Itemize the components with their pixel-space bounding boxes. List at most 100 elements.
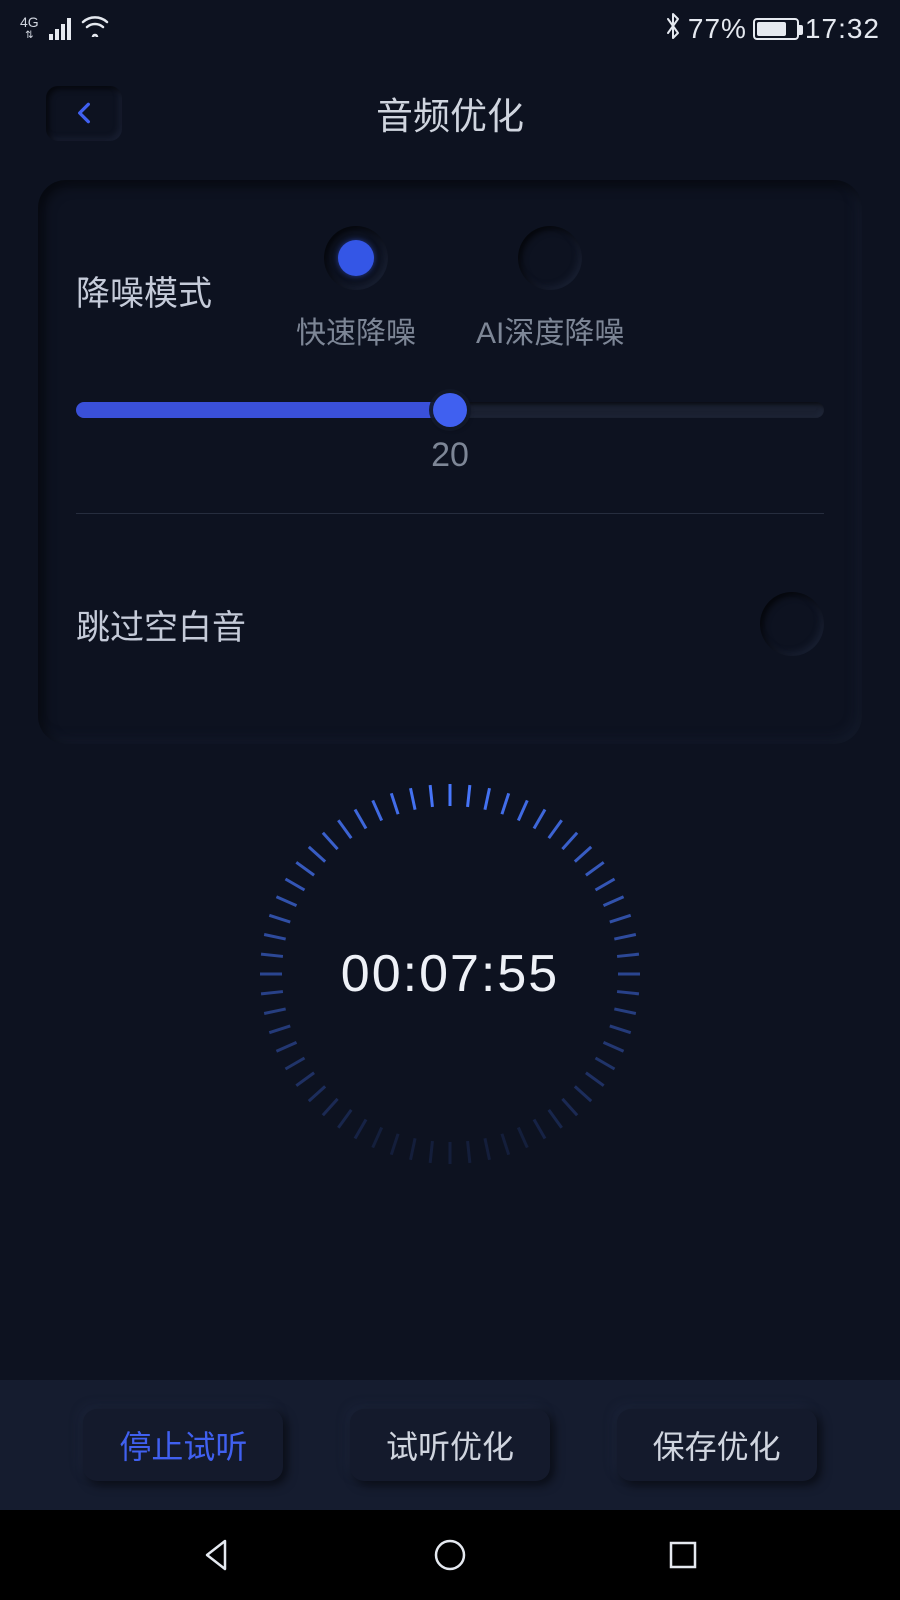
dial-tick (574, 1085, 592, 1102)
dial-tick (429, 785, 434, 807)
network-sub-icon: ⇅ (25, 29, 33, 43)
dial-tick (585, 861, 605, 876)
dial-tick (409, 788, 417, 810)
dial-tick (595, 1057, 616, 1071)
dial-tick (617, 990, 639, 995)
radio-label-ai: AI深度降噪 (476, 308, 624, 352)
radio-option-fast[interactable]: 快速降噪 (296, 226, 416, 352)
dial-tick (574, 846, 592, 863)
dial-tick (261, 990, 283, 995)
skip-silence-label: 跳过空白音 (76, 600, 246, 649)
dial-tick (517, 1127, 529, 1148)
dial-tick (276, 895, 297, 907)
dial-tick (371, 800, 383, 821)
dial-tick (483, 1138, 491, 1160)
dial-tick (354, 1119, 368, 1140)
dial-tick (264, 933, 286, 941)
dial-tick (295, 861, 315, 876)
dial-tick (614, 933, 636, 941)
page-title: 音频优化 (0, 86, 900, 140)
noise-mode-radio-group: 快速降噪 AI深度降噪 (286, 226, 824, 352)
divider (76, 513, 824, 514)
radio-icon (518, 226, 582, 290)
settings-card: 降噪模式 快速降噪 AI深度降噪 20 跳过空白音 (38, 180, 862, 744)
dial-tick (517, 800, 529, 821)
wifi-icon (81, 15, 109, 44)
dial-tick (429, 1141, 434, 1163)
bluetooth-icon (664, 12, 682, 47)
stop-preview-button[interactable]: 停止试听 (83, 1409, 283, 1481)
battery-percentage: 77% (688, 13, 747, 45)
dial-tick (533, 1119, 547, 1140)
clock-label: 17:32 (805, 13, 880, 45)
dial-tick (390, 793, 400, 815)
dial-tick (322, 1098, 339, 1116)
dial-tick (322, 832, 339, 850)
dial-tick (603, 1041, 624, 1053)
dial-tick (548, 819, 563, 839)
dial-tick (466, 785, 471, 807)
nav-recent-button[interactable] (663, 1535, 703, 1575)
slider-value: 20 (76, 436, 824, 475)
timer-dial-wrap: 00:07:55 (0, 784, 900, 1164)
dial-tick (295, 1072, 315, 1087)
dial-tick (533, 809, 547, 830)
dial-tick (269, 1024, 291, 1034)
dial-tick (308, 846, 326, 863)
dial-tick (617, 953, 639, 958)
dial-tick (449, 784, 452, 806)
dial-tick (308, 1085, 326, 1102)
signal-icon (49, 18, 71, 40)
save-button[interactable]: 保存优化 (617, 1409, 817, 1481)
dial-tick (269, 914, 291, 924)
dial-tick (466, 1141, 471, 1163)
circle-home-icon (430, 1535, 470, 1575)
dial-tick (409, 1138, 417, 1160)
slider-fill (76, 402, 450, 418)
nav-home-button[interactable] (430, 1535, 470, 1575)
radio-label-fast: 快速降噪 (296, 308, 416, 352)
noise-level-slider[interactable]: 20 (76, 402, 824, 475)
dial-tick (337, 819, 352, 839)
triangle-back-icon (197, 1535, 237, 1575)
network-label: 4G (20, 15, 39, 29)
dial-tick (609, 1024, 631, 1034)
dial-tick (449, 1142, 452, 1164)
dial-tick (354, 809, 368, 830)
slider-thumb[interactable] (433, 393, 467, 427)
dial-tick (595, 878, 616, 892)
dial-tick (548, 1109, 563, 1129)
nav-back-button[interactable] (197, 1535, 237, 1575)
dial-tick (337, 1109, 352, 1129)
dial-tick (264, 1007, 286, 1015)
radio-option-ai[interactable]: AI深度降噪 (476, 226, 624, 352)
dial-tick (561, 1098, 578, 1116)
dial-tick (371, 1127, 383, 1148)
dial-tick (261, 953, 283, 958)
dial-tick (285, 878, 306, 892)
dial-tick (618, 973, 640, 976)
dial-tick (609, 914, 631, 924)
dial-tick (500, 1133, 510, 1155)
slider-track (76, 402, 824, 418)
dial-tick (483, 788, 491, 810)
dial-tick (260, 973, 282, 976)
header: 音频优化 (0, 58, 900, 168)
dial-tick (390, 1133, 400, 1155)
action-bar: 停止试听 试听优化 保存优化 (0, 1380, 900, 1510)
dial-tick (614, 1007, 636, 1015)
dial-tick (561, 832, 578, 850)
timer-value: 00:07:55 (341, 944, 559, 1004)
dial-tick (285, 1057, 306, 1071)
battery-icon (753, 18, 799, 40)
status-bar: 4G ⇅ 77% 17:32 (0, 0, 900, 58)
noise-mode-label: 降噪模式 (76, 226, 286, 315)
noise-mode-row: 降噪模式 快速降噪 AI深度降噪 (76, 226, 824, 352)
skip-silence-row: 跳过空白音 (76, 552, 824, 696)
preview-button[interactable]: 试听优化 (350, 1409, 550, 1481)
dial-tick (276, 1041, 297, 1053)
skip-silence-toggle[interactable] (760, 592, 824, 656)
timer-dial: 00:07:55 (260, 784, 640, 1164)
dial-tick (500, 793, 510, 815)
system-nav-bar (0, 1510, 900, 1600)
